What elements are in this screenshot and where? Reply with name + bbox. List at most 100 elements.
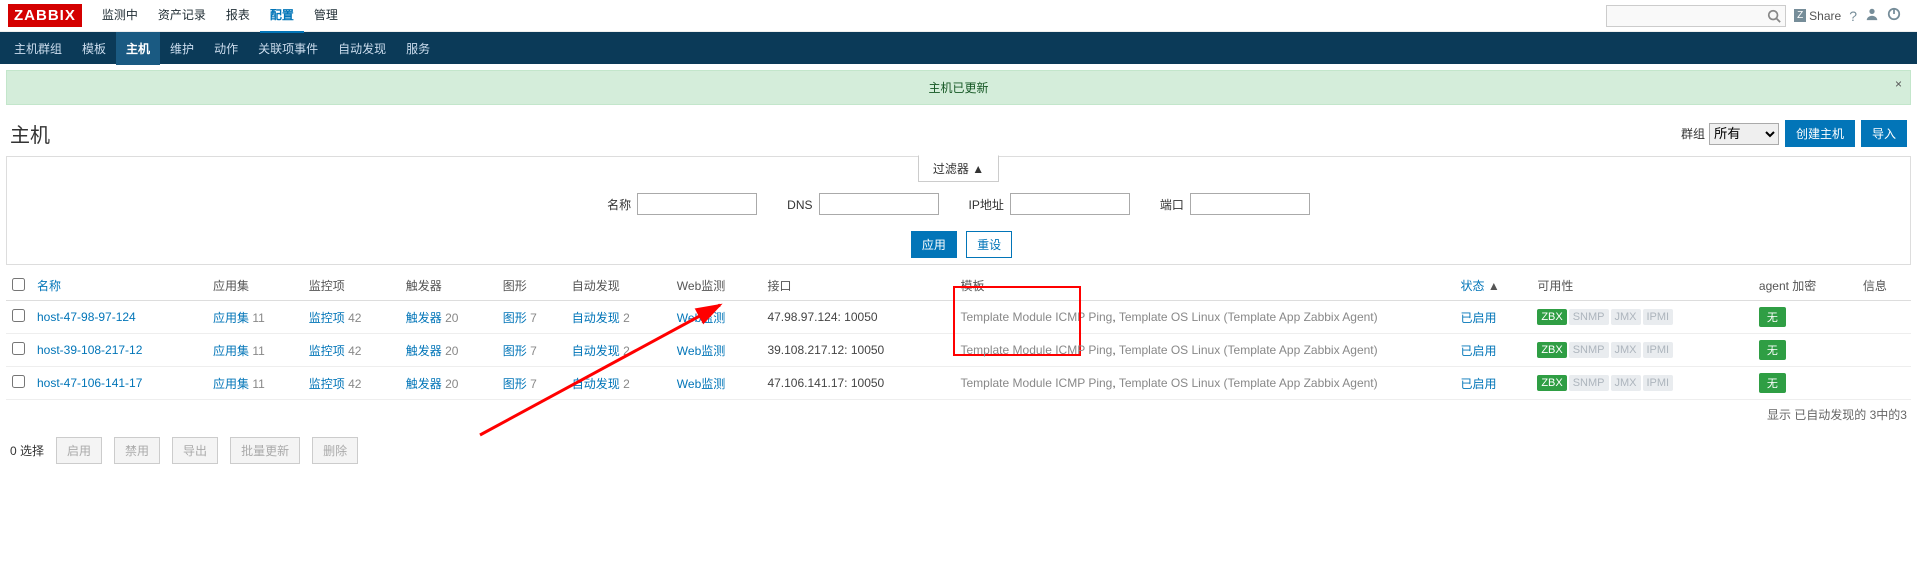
row-checkbox[interactable] bbox=[12, 375, 25, 388]
items-link[interactable]: 监控项 bbox=[309, 377, 345, 391]
message-bar: 主机已更新 × bbox=[6, 70, 1911, 105]
bulk-export-button[interactable]: 导出 bbox=[172, 437, 218, 464]
topnav-reports[interactable]: 报表 bbox=[216, 0, 260, 33]
col-iface: 接口 bbox=[761, 271, 954, 301]
web-link[interactable]: Web监测 bbox=[677, 311, 725, 325]
global-search[interactable] bbox=[1606, 5, 1786, 27]
bulk-massupdate-button[interactable]: 批量更新 bbox=[230, 437, 300, 464]
subnav-hostgroups[interactable]: 主机群组 bbox=[4, 32, 72, 65]
avail-snmp: SNMP bbox=[1569, 309, 1609, 325]
subnav-correlation[interactable]: 关联项事件 bbox=[248, 32, 328, 65]
table-row: host-39-108-217-12 应用集 11 监控项 42 触发器 20 … bbox=[6, 334, 1911, 367]
table-footer: 显示 已自动发现的 3中的3 bbox=[0, 400, 1917, 429]
col-discovery: 自动发现 bbox=[566, 271, 671, 301]
top-bar: ZABBIX 监测中 资产记录 报表 配置 管理 ZShare ? bbox=[0, 0, 1917, 32]
status-link[interactable]: 已启用 bbox=[1461, 311, 1497, 325]
avail-snmp: SNMP bbox=[1569, 375, 1609, 391]
web-link[interactable]: Web监测 bbox=[677, 377, 725, 391]
host-name-link[interactable]: host-47-106-141-17 bbox=[37, 376, 142, 390]
filter-tab[interactable]: 过滤器 ▲ bbox=[7, 156, 1910, 183]
selected-count: 0 选择 bbox=[10, 442, 44, 459]
topnav-config[interactable]: 配置 bbox=[260, 0, 304, 33]
graphs-link[interactable]: 图形 bbox=[503, 377, 527, 391]
discovery-link[interactable]: 自动发现 bbox=[572, 377, 620, 391]
encryption-badge: 无 bbox=[1759, 340, 1786, 360]
filter-body: 名称 DNS IP地址 端口 bbox=[7, 183, 1910, 225]
template-link[interactable]: Template Module ICMP Ping bbox=[961, 376, 1113, 390]
bulk-enable-button[interactable]: 启用 bbox=[56, 437, 102, 464]
bulk-actions: 0 选择 启用 禁用 导出 批量更新 删除 bbox=[0, 429, 1917, 472]
topnav-admin[interactable]: 管理 bbox=[304, 0, 348, 33]
col-name[interactable]: 名称 bbox=[37, 279, 61, 293]
filter-apply-button[interactable]: 应用 bbox=[911, 231, 957, 258]
templates-cell: Template Module ICMP Ping, Template OS L… bbox=[955, 367, 1455, 400]
group-label: 群组 bbox=[1681, 125, 1705, 142]
col-tmpl: 模板 bbox=[955, 271, 1455, 301]
help-icon[interactable]: ? bbox=[1849, 8, 1857, 24]
subnav-discovery[interactable]: 自动发现 bbox=[328, 32, 396, 65]
items-link[interactable]: 监控项 bbox=[309, 311, 345, 325]
select-all-checkbox[interactable] bbox=[12, 278, 25, 291]
topnav-inventory[interactable]: 资产记录 bbox=[148, 0, 216, 33]
triggers-link[interactable]: 触发器 bbox=[406, 311, 442, 325]
avail-jmx: JMX bbox=[1611, 375, 1641, 391]
graphs-link[interactable]: 图形 bbox=[503, 344, 527, 358]
template-link[interactable]: Template Module ICMP Ping bbox=[961, 343, 1113, 357]
filter-port-input[interactable] bbox=[1190, 193, 1310, 215]
availability: ZBXSNMPJMXIPMI bbox=[1537, 375, 1747, 391]
subnav-actions[interactable]: 动作 bbox=[204, 32, 248, 65]
avail-ipmi: IPMI bbox=[1643, 309, 1674, 325]
triggers-link[interactable]: 触发器 bbox=[406, 377, 442, 391]
logo[interactable]: ZABBIX bbox=[8, 4, 82, 27]
filter-dns-input[interactable] bbox=[819, 193, 939, 215]
col-triggers: 触发器 bbox=[400, 271, 497, 301]
create-host-button[interactable]: 创建主机 bbox=[1785, 120, 1855, 147]
subnav-hosts[interactable]: 主机 bbox=[116, 32, 160, 65]
group-select[interactable]: 所有 bbox=[1709, 123, 1779, 145]
status-link[interactable]: 已启用 bbox=[1461, 377, 1497, 391]
import-button[interactable]: 导入 bbox=[1861, 120, 1907, 147]
share-link[interactable]: ZShare bbox=[1794, 9, 1841, 23]
status-link[interactable]: 已启用 bbox=[1461, 344, 1497, 358]
close-icon[interactable]: × bbox=[1895, 77, 1902, 91]
bulk-disable-button[interactable]: 禁用 bbox=[114, 437, 160, 464]
apps-link[interactable]: 应用集 bbox=[213, 377, 249, 391]
search-icon bbox=[1767, 9, 1781, 23]
user-icon[interactable] bbox=[1865, 7, 1879, 24]
info-cell bbox=[1857, 334, 1911, 367]
avail-zbx: ZBX bbox=[1537, 342, 1566, 358]
avail-jmx: JMX bbox=[1611, 342, 1641, 358]
triggers-link[interactable]: 触发器 bbox=[406, 344, 442, 358]
hosts-table: 名称 应用集 监控项 触发器 图形 自动发现 Web监测 接口 模板 状态 ▲ … bbox=[6, 271, 1911, 400]
web-link[interactable]: Web监测 bbox=[677, 344, 725, 358]
template-link[interactable]: Template Module ICMP Ping bbox=[961, 310, 1113, 324]
filter-reset-button[interactable]: 重设 bbox=[966, 231, 1012, 258]
col-status[interactable]: 状态 bbox=[1461, 279, 1485, 293]
avail-snmp: SNMP bbox=[1569, 342, 1609, 358]
apps-link[interactable]: 应用集 bbox=[213, 311, 249, 325]
encryption-badge: 无 bbox=[1759, 373, 1786, 393]
col-info: 信息 bbox=[1857, 271, 1911, 301]
subnav-maintenance[interactable]: 维护 bbox=[160, 32, 204, 65]
host-name-link[interactable]: host-39-108-217-12 bbox=[37, 343, 142, 357]
availability: ZBXSNMPJMXIPMI bbox=[1537, 342, 1747, 358]
iface-cell: 39.108.217.12: 10050 bbox=[761, 334, 954, 367]
row-checkbox[interactable] bbox=[12, 342, 25, 355]
logout-icon[interactable] bbox=[1887, 7, 1901, 24]
items-link[interactable]: 监控项 bbox=[309, 344, 345, 358]
host-name-link[interactable]: host-47-98-97-124 bbox=[37, 310, 136, 324]
filter-name-input[interactable] bbox=[637, 193, 757, 215]
apps-link[interactable]: 应用集 bbox=[213, 344, 249, 358]
filter-ip-label: IP地址 bbox=[969, 198, 1004, 212]
graphs-link[interactable]: 图形 bbox=[503, 311, 527, 325]
subnav-templates[interactable]: 模板 bbox=[72, 32, 116, 65]
discovery-link[interactable]: 自动发现 bbox=[572, 344, 620, 358]
discovery-link[interactable]: 自动发现 bbox=[572, 311, 620, 325]
row-checkbox[interactable] bbox=[12, 309, 25, 322]
bulk-delete-button[interactable]: 删除 bbox=[312, 437, 358, 464]
subnav-services[interactable]: 服务 bbox=[396, 32, 440, 65]
filter-ip-input[interactable] bbox=[1010, 193, 1130, 215]
page-title: 主机 bbox=[10, 119, 1681, 148]
info-cell bbox=[1857, 301, 1911, 334]
topnav-monitoring[interactable]: 监测中 bbox=[92, 0, 148, 33]
